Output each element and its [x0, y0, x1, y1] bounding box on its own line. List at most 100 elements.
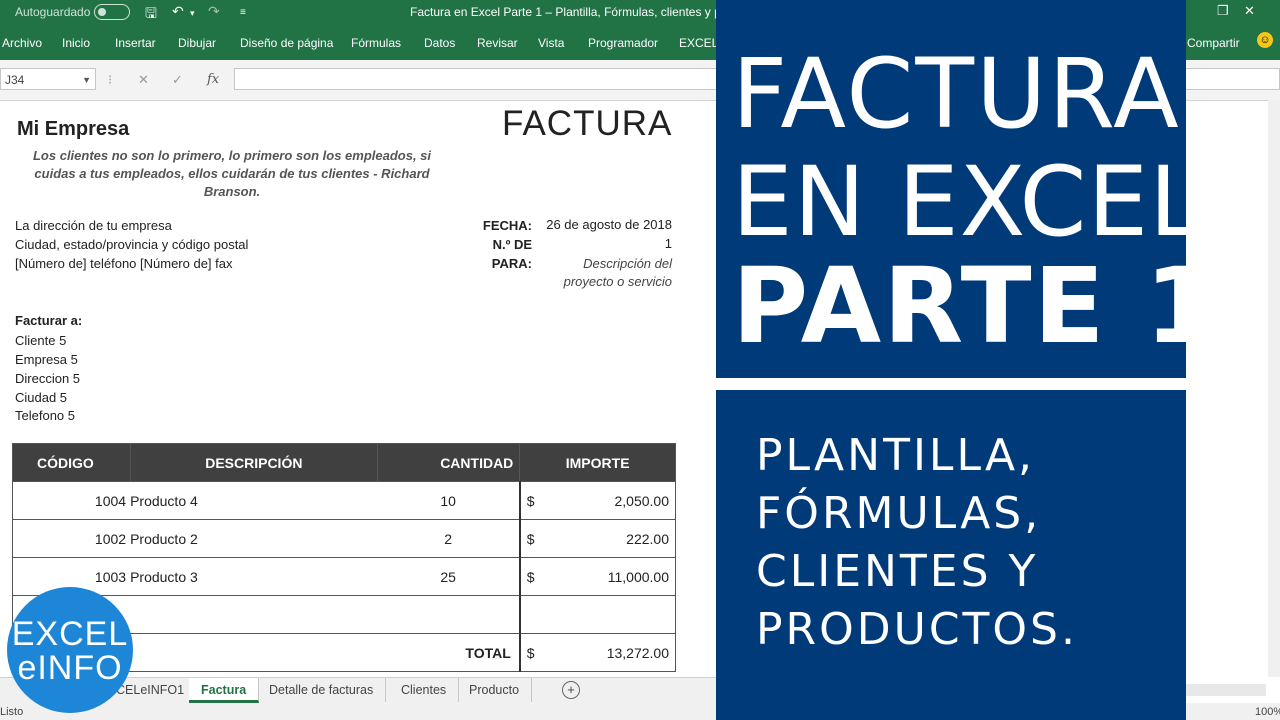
date-label: FECHA: [482, 218, 532, 233]
thumbnail-overlay: FACTURA EN EXCEL PARTE 1 PLANTILLA, FÓRM… [716, 0, 1217, 720]
sheet-tab-clientes[interactable]: Clientes [389, 678, 460, 702]
header-amount: IMPORTE [519, 443, 676, 482]
cell-amount[interactable]: $2,050.00 [518, 481, 676, 520]
currency-symbol: $ [526, 569, 535, 585]
close-window-icon[interactable]: ✕ [1244, 3, 1255, 19]
invoice-number-label: N.º DE [492, 237, 532, 252]
overlay-title-line1: FACTURA [732, 38, 1181, 150]
sheet-tab-producto[interactable]: Producto [457, 678, 533, 702]
horizontal-scrollbar[interactable] [1186, 684, 1266, 696]
tab-diseno-pagina[interactable]: Diseño de página [240, 36, 333, 50]
total-amount-cell[interactable]: $13,272.00 [518, 633, 676, 672]
logo-line2: eINFO [17, 649, 123, 687]
name-box-value: J34 [5, 73, 25, 87]
insert-function-icon[interactable]: fx [207, 72, 219, 87]
tab-formulas[interactable]: Fórmulas [351, 36, 401, 50]
header-quantity: CANTIDAD [377, 443, 521, 482]
confirm-entry-icon[interactable]: ✓ [172, 72, 183, 88]
date-value: 26 de agosto de 2018 [546, 217, 672, 232]
overlay-subtitle-line2: FÓRMULAS, [756, 488, 1042, 539]
client-city: Ciudad 5 [15, 390, 68, 405]
overlay-subtitle-line3: CLIENTES Y [756, 546, 1039, 597]
total-amount: 13,272.00 [606, 645, 669, 661]
table-header-row: CÓDIGO DESCRIPCIÓN CANTIDAD IMPORTE [12, 443, 676, 482]
overlay-title-line3: PARTE 1 [732, 245, 1220, 367]
cancel-entry-icon[interactable]: ✕ [138, 72, 149, 88]
status-ready: Listo [0, 706, 24, 718]
undo-icon[interactable]: ↶ [172, 3, 184, 20]
vertical-scrollbar[interactable] [1268, 100, 1280, 677]
sheet-tab-factura[interactable]: Factura [189, 678, 260, 703]
for-description-line2: proyecto o servicio [563, 274, 672, 289]
cell-description[interactable]: Producto 4 [130, 481, 378, 520]
overlay-title-line2: EN EXCEL [732, 146, 1204, 258]
client-company: Empresa 5 [15, 352, 78, 367]
for-label: PARA: [491, 256, 532, 271]
tab-inicio[interactable]: Inicio [62, 36, 90, 50]
cell-amount[interactable]: $11,000.00 [518, 557, 676, 596]
header-description: DESCRIPCIÓN [129, 443, 379, 482]
excel-einfo-logo: EXCEL eINFO [7, 587, 133, 713]
cell-amount[interactable] [518, 595, 676, 634]
sheet-tab-detalle-facturas[interactable]: Detalle de facturas [257, 678, 387, 702]
name-box[interactable]: J34 ▼ [0, 68, 96, 90]
tab-insertar[interactable]: Insertar [115, 36, 156, 50]
cell-code[interactable]: 1002 [12, 519, 131, 558]
amount-value: 222.00 [626, 531, 669, 547]
cell-quantity[interactable]: 25 [377, 557, 521, 596]
amount-value: 11,000.00 [607, 569, 669, 585]
tab-vista[interactable]: Vista [538, 36, 564, 50]
restore-window-icon[interactable]: ❐ [1217, 3, 1229, 19]
customize-toolbar-icon[interactable]: ≡ [240, 7, 246, 18]
table-row[interactable]: 1002 Producto 2 2 $222.00 [12, 519, 676, 558]
company-address: La dirección de tu empresa [15, 218, 172, 233]
currency-symbol: $ [526, 493, 535, 509]
client-name: Cliente 5 [15, 333, 67, 348]
invoice-number-value: 1 [664, 236, 672, 251]
tab-revisar[interactable]: Revisar [477, 36, 518, 50]
save-icon[interactable]: 🖫 [145, 3, 157, 27]
company-quote: Los clientes no son lo primero, lo prime… [32, 148, 432, 199]
cell-description[interactable]: Producto 3 [130, 557, 378, 596]
client-phone: Telefono 5 [15, 408, 75, 423]
title-panel: FACTURA EN EXCEL PARTE 1 [716, 0, 1217, 378]
add-sheet-icon[interactable]: + [562, 681, 580, 699]
table-row[interactable]: 1003 Producto 3 25 $11,000.00 [12, 557, 676, 596]
for-description-line1: Descripción del [583, 256, 672, 271]
redo-icon[interactable]: ↷ [208, 3, 220, 20]
header-code: CÓDIGO [12, 443, 131, 482]
cell-amount[interactable]: $222.00 [518, 519, 676, 558]
currency-symbol: $ [526, 531, 535, 547]
autosave-label: Autoguardado [15, 5, 91, 19]
tab-archivo[interactable]: Archivo [2, 36, 42, 50]
cell-quantity[interactable]: 2 [377, 519, 521, 558]
cell-description[interactable]: Producto 2 [130, 519, 378, 558]
table-row[interactable]: 1004 Producto 4 10 $2,050.00 [12, 481, 676, 520]
company-phone-fax: [Número de] teléfono [Número de] fax [15, 256, 233, 271]
overlay-subtitle-line1: PLANTILLA, [756, 430, 1036, 481]
total-label: TOTAL [377, 633, 520, 672]
bill-to-label: Facturar a: [15, 313, 83, 328]
chevron-down-icon[interactable]: ▼ [82, 69, 91, 91]
cell-description[interactable] [130, 595, 378, 634]
overlay-subtitle-line4: PRODUCTOS. [756, 604, 1078, 655]
amount-value: 2,050.00 [614, 493, 670, 509]
tab-programador[interactable]: Programador [588, 36, 658, 50]
undo-dropdown-icon[interactable]: ▾ [190, 8, 195, 19]
share-button[interactable]: Compartir [1187, 36, 1240, 50]
cell-blank[interactable] [130, 633, 378, 672]
autosave-toggle[interactable] [94, 4, 130, 20]
cell-quantity[interactable]: 10 [377, 481, 521, 520]
currency-symbol: $ [526, 645, 535, 661]
document-title: Factura en Excel Parte 1 – Plantilla, Fó… [410, 5, 745, 19]
more-options-icon: ⁝ [108, 72, 113, 87]
zoom-level[interactable]: 100% [1255, 706, 1280, 718]
client-address: Direccion 5 [15, 371, 81, 386]
feedback-smiley-icon[interactable]: ☺ [1257, 32, 1273, 48]
tab-datos[interactable]: Datos [424, 36, 455, 50]
cell-code[interactable]: 1004 [12, 481, 131, 520]
worksheet[interactable]: Mi Empresa FACTURA Los clientes no son l… [0, 101, 716, 677]
company-city: Ciudad, estado/provincia y código postal [15, 237, 249, 252]
cell-quantity[interactable] [377, 595, 521, 634]
tab-dibujar[interactable]: Dibujar [178, 36, 216, 50]
